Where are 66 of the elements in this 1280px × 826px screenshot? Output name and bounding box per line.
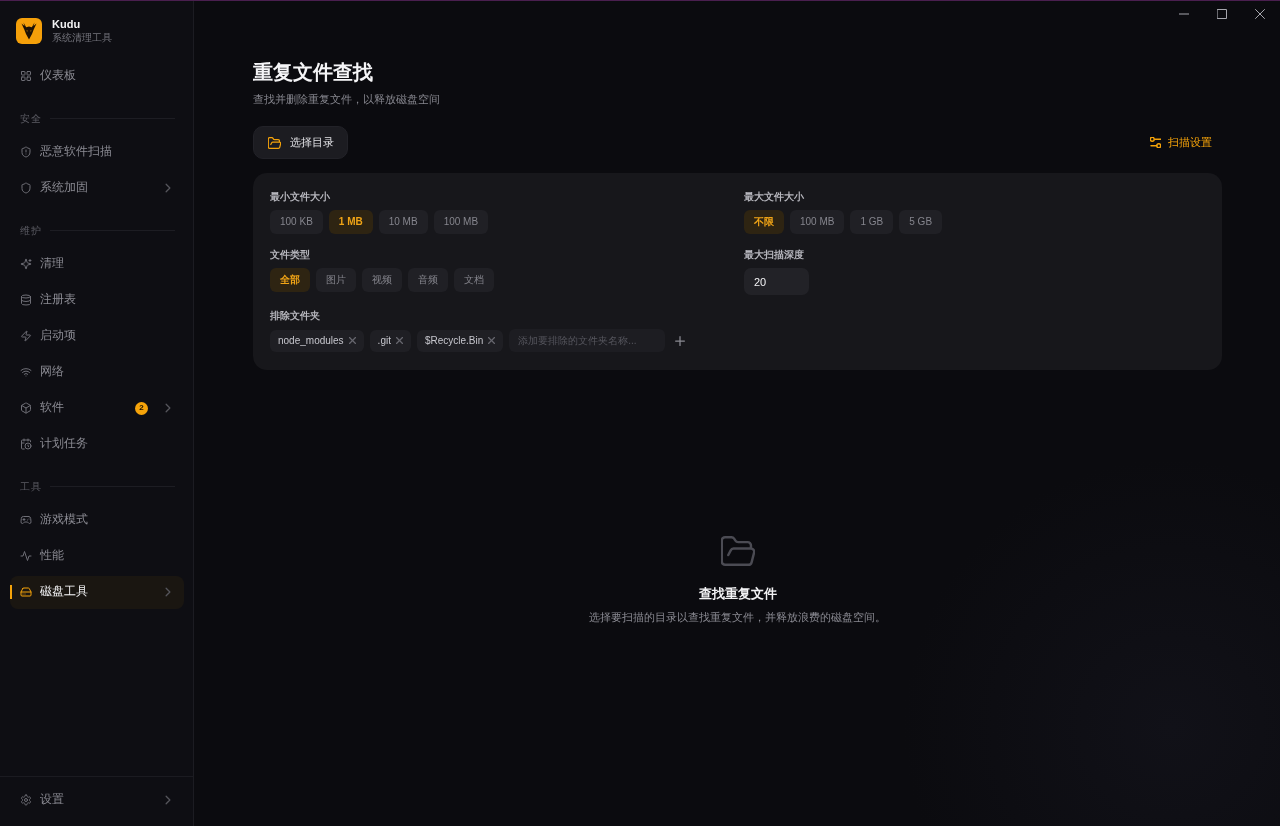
cube-icon [20,402,32,414]
type-option[interactable]: 图片 [316,268,356,292]
sidebar-item[interactable]: 启动项 [10,319,184,353]
count-badge: 2 [135,401,148,415]
close-icon[interactable] [1255,9,1265,19]
filter-label: 最大文件大小 [744,190,804,203]
pulse-icon [20,550,32,562]
size-option[interactable]: 5 GB [899,210,943,234]
sidebar-item[interactable]: 游戏模式 [10,503,184,537]
sidebar-item[interactable]: 仪表板 [10,59,184,93]
tag-label: .git [377,334,391,348]
filter-label: 文件类型 [270,248,310,261]
sidebar-item[interactable]: 注册表 [10,283,184,317]
tag-label: node_modules [278,334,344,348]
sparkle-icon [20,258,32,270]
filter-label: 最小文件大小 [270,190,330,203]
wifi-icon [20,366,32,378]
size-option[interactable]: 100 MB [433,210,489,234]
sidebar-item[interactable]: 软件 2 [10,391,184,425]
sliders-icon [1150,137,1161,148]
calendar-clock-icon [20,438,32,450]
shield-icon [20,182,32,194]
size-option[interactable]: 100 KB [270,210,323,234]
folder-icon [268,136,281,149]
sidebar-item[interactable]: 恶意软件扫描 [10,135,184,169]
scan-settings-link[interactable]: 扫描设置 [1150,134,1212,151]
type-option[interactable]: 全部 [270,268,310,292]
page-title: 重复文件查找 [253,60,373,84]
size-option[interactable]: 不限 [744,210,784,234]
hard-drive-icon [20,586,32,598]
database-icon [20,294,32,306]
size-option[interactable]: 1 MB [328,210,373,234]
sidebar-item[interactable]: 网络 [10,355,184,389]
gamepad-icon [20,514,32,526]
plus-icon[interactable] [675,335,686,346]
section-heading: 维护 [20,223,42,238]
size-option[interactable]: 100 MB [790,210,845,234]
depth-input[interactable]: 20 [744,268,809,295]
choose-directory-button[interactable]: 选择目录 [253,126,348,159]
sidebar-item[interactable]: 磁盘工具 [10,575,184,609]
tag-label: $Recycle.Bin [424,334,484,348]
app-name: Kudu [52,18,81,31]
section-heading: 安全 [20,111,42,126]
empty-state-title: 查找重复文件 [698,586,777,603]
sidebar-item[interactable]: 设置 [10,783,184,817]
maximize-icon[interactable] [1217,9,1227,19]
sidebar-item[interactable]: 性能 [10,539,184,573]
size-option[interactable]: 10 MB [378,210,428,234]
sidebar-item[interactable]: 系统加固 [10,171,184,205]
shield-alert-icon [20,146,32,158]
gear-icon [20,794,32,806]
logo-icon [16,18,42,44]
type-option[interactable]: 音频 [408,268,448,292]
sidebar-item[interactable]: 清理 [10,247,184,281]
lightning-icon [20,330,32,342]
grid-icon [20,70,32,82]
filter-label: 排除文件夹 [270,309,320,322]
sidebar-item[interactable]: 计划任务 [10,427,184,461]
folder-icon [720,536,755,566]
empty-state-message: 选择要扫描的目录以查找重复文件，并释放浪费的磁盘空间。 [589,610,886,625]
filter-label: 最大扫描深度 [744,248,804,261]
type-option[interactable]: 视频 [362,268,402,292]
page-subtitle: 查找并删除重复文件，以释放磁盘空间 [253,92,440,107]
type-option[interactable]: 文档 [454,268,494,292]
size-option[interactable]: 1 GB [850,210,894,234]
app-tagline: 系统清理工具 [52,31,112,44]
